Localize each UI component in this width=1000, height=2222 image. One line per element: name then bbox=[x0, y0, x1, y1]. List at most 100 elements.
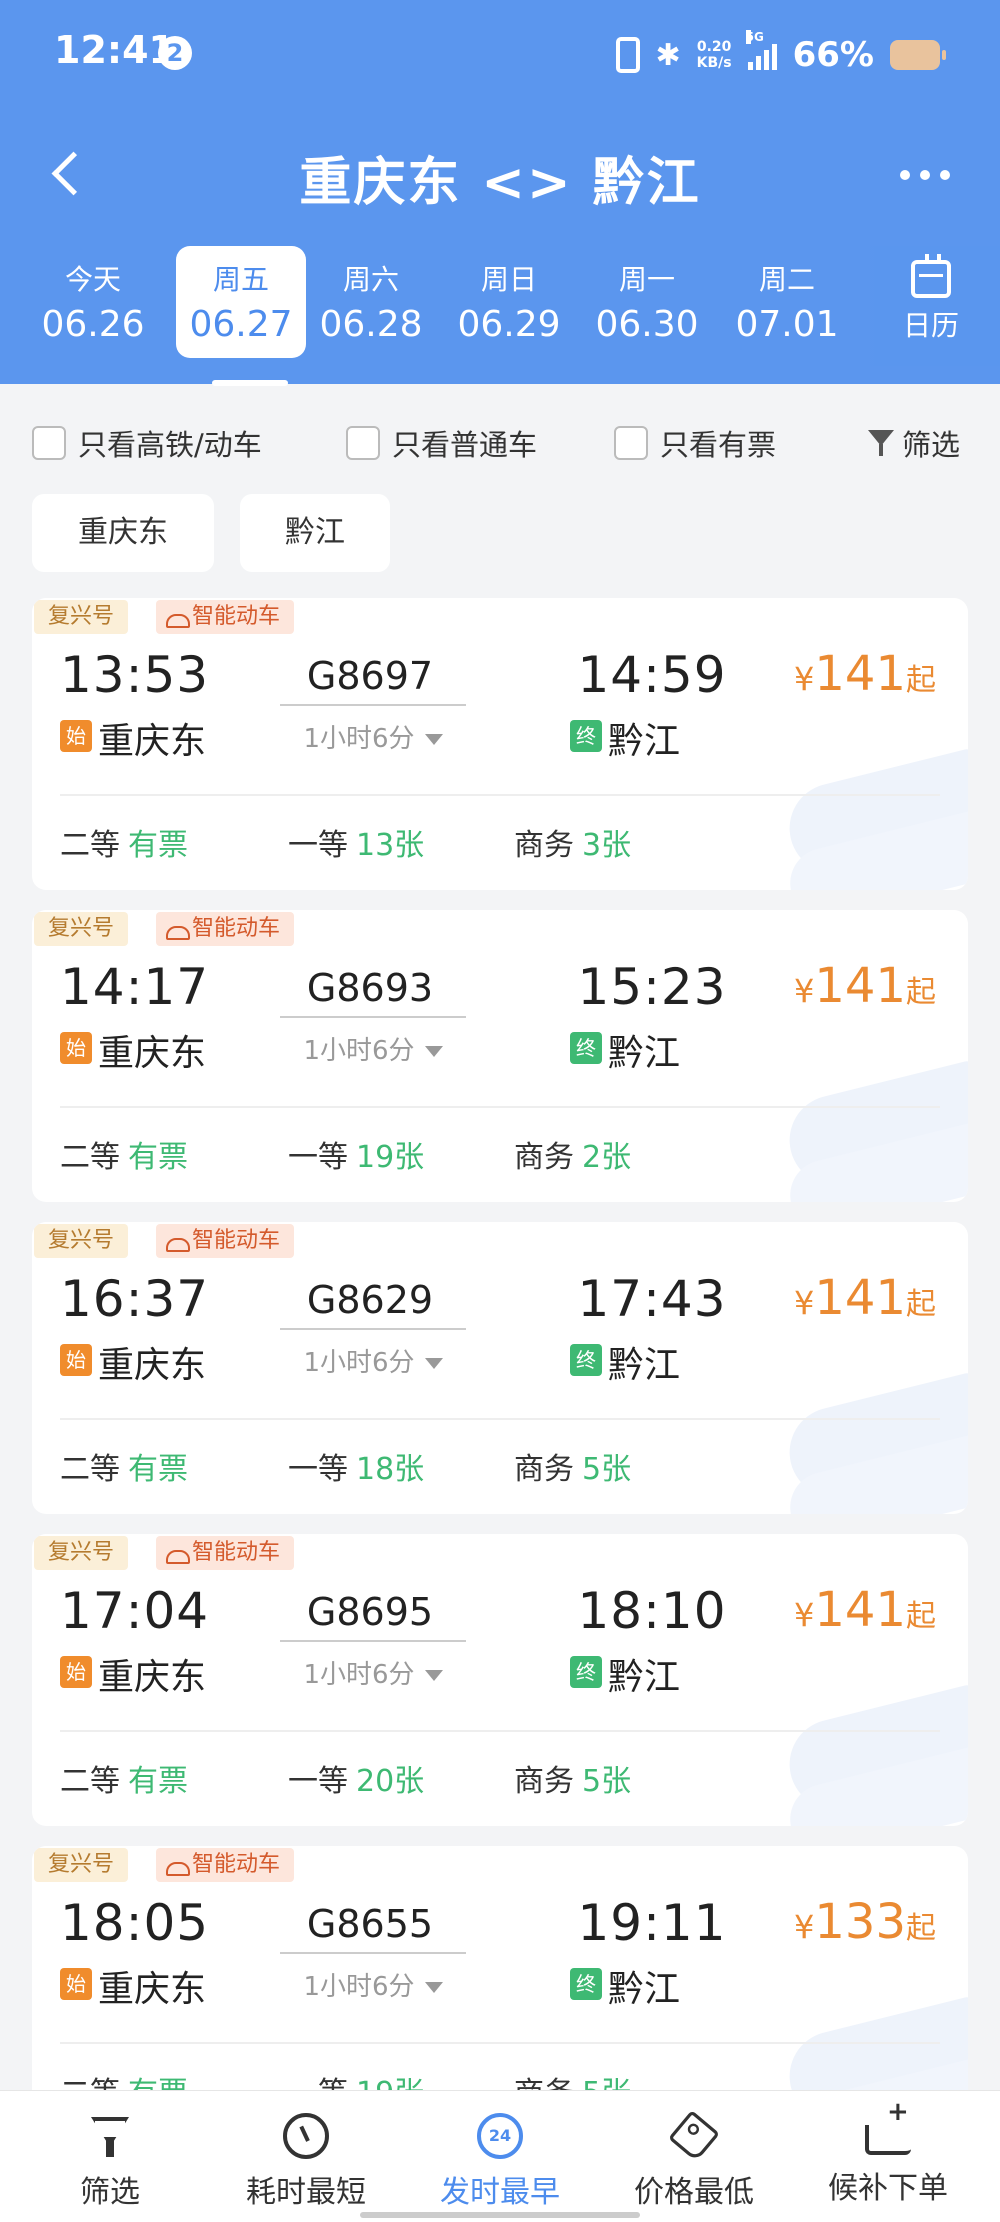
station-chip-departure[interactable]: 重庆东 bbox=[32, 494, 214, 572]
departure-station: 重庆东 bbox=[98, 721, 207, 762]
vibrate-icon bbox=[615, 37, 640, 73]
waitlist-order-button[interactable]: 候补下单 bbox=[790, 2091, 986, 2222]
smart-emu-tag: 智能动车 bbox=[156, 1536, 295, 1570]
smart-emu-tag: 智能动车 bbox=[156, 1848, 295, 1882]
date-tab[interactable]: 周一 06.30 bbox=[582, 246, 712, 358]
date-tab-weekday: 周日 bbox=[480, 263, 537, 296]
home-indicator[interactable] bbox=[360, 2212, 640, 2218]
seat-availability: 5张 bbox=[582, 1764, 632, 1799]
duration-toggle[interactable]: 1小时6分 bbox=[280, 1654, 466, 1691]
filter-icon bbox=[87, 2113, 133, 2159]
battery-icon bbox=[890, 40, 946, 70]
seat-class: 一等 bbox=[288, 1764, 348, 1799]
filter-button[interactable]: 筛选 bbox=[867, 422, 960, 464]
seat-availability: 2张 bbox=[582, 1140, 632, 1175]
route-line bbox=[280, 1952, 466, 1954]
departure-station: 重庆东 bbox=[98, 1345, 207, 1386]
train-card[interactable]: 复兴号 智能动车 14:17 G8693 1小时6分 15:23 始 重庆东 终… bbox=[32, 910, 968, 1202]
price-currency: ¥ bbox=[794, 972, 815, 1010]
status-bar: 12:41 2 ✱ 0.20 KB/s 5G 66% bbox=[0, 0, 1000, 108]
normal-train-only-checkbox[interactable]: 只看普通车 bbox=[346, 422, 537, 464]
cart-icon bbox=[865, 2097, 911, 2155]
duration-toggle[interactable]: 1小时6分 bbox=[280, 718, 466, 755]
seat-first-class: 一等 13张 bbox=[288, 820, 424, 864]
date-tab-weekday: 周一 bbox=[618, 263, 675, 296]
checkbox-label: 只看普通车 bbox=[392, 428, 538, 462]
high-speed-only-checkbox[interactable]: 只看高铁/动车 bbox=[32, 422, 262, 464]
fuxing-tag: 复兴号 bbox=[34, 1224, 129, 1258]
end-station-badge: 终 bbox=[570, 1656, 602, 1688]
seat-class: 一等 bbox=[288, 1452, 348, 1487]
departure-time: 18:05 bbox=[60, 1894, 210, 1952]
divider bbox=[60, 1106, 940, 1108]
date-tab-selected[interactable]: 周五 06.27 bbox=[176, 246, 306, 358]
price: ¥141起 bbox=[794, 1582, 936, 1638]
checkbox-box bbox=[614, 426, 648, 460]
sort-earliest-departure-button[interactable]: 24 发时最早 bbox=[402, 2091, 598, 2222]
seat-availability: 19张 bbox=[356, 1140, 425, 1175]
route-line bbox=[280, 1016, 466, 1018]
seat-class: 商务 bbox=[514, 828, 574, 863]
seat-second-class: 二等有票 bbox=[60, 1444, 188, 1488]
calendar-label: 日历 bbox=[902, 309, 959, 342]
network-type: 5G bbox=[745, 30, 764, 44]
24h-icon: 24 bbox=[477, 2113, 523, 2159]
seat-business-class: 商务5张 bbox=[514, 1444, 631, 1488]
bottom-filter-button[interactable]: 筛选 bbox=[12, 2091, 208, 2222]
price-value: 141 bbox=[814, 1582, 906, 1638]
date-tab[interactable]: 周二 07.01 bbox=[722, 246, 852, 358]
seat-class: 商务 bbox=[514, 1764, 574, 1799]
date-tab-date: 06.30 bbox=[595, 304, 699, 345]
available-only-checkbox[interactable]: 只看有票 bbox=[614, 422, 776, 464]
price-suffix: 起 bbox=[906, 975, 936, 1010]
train-number: G8695 bbox=[306, 1590, 434, 1634]
duration-toggle[interactable]: 1小时6分 bbox=[280, 1966, 466, 2003]
divider bbox=[60, 1418, 940, 1420]
start-station-badge: 始 bbox=[60, 1344, 92, 1376]
date-selector: 今天 06.26 周五 06.27 周六 06.28 周日 06.29 周一 0… bbox=[0, 246, 1000, 386]
status-icons: ✱ 0.20 KB/s 5G 66% bbox=[615, 30, 946, 80]
calendar-icon bbox=[911, 254, 951, 298]
battery-percent: 66% bbox=[792, 35, 874, 75]
bluetooth-icon: ✱ bbox=[655, 37, 681, 73]
seat-availability: 3张 bbox=[582, 828, 632, 863]
fuxing-tag: 复兴号 bbox=[34, 1536, 129, 1570]
train-card[interactable]: 复兴号 智能动车 17:04 G8695 1小时6分 18:10 始 重庆东 终… bbox=[32, 1534, 968, 1826]
arrival-time: 19:11 bbox=[577, 1894, 727, 1952]
more-options-button[interactable] bbox=[890, 150, 960, 200]
date-tab[interactable]: 周六 06.28 bbox=[306, 246, 436, 358]
train-card[interactable]: 复兴号 智能动车 16:37 G8629 1小时6分 17:43 始 重庆东 终… bbox=[32, 1222, 968, 1514]
duration-toggle[interactable]: 1小时6分 bbox=[280, 1030, 466, 1067]
train-card[interactable]: 复兴号 智能动车 13:53 G8697 1小时6分 14:59 始 重庆东 终… bbox=[32, 598, 968, 890]
date-tab[interactable]: 今天 06.26 bbox=[28, 246, 158, 358]
station-chip-arrival[interactable]: 黔江 bbox=[240, 494, 390, 572]
price: ¥141起 bbox=[794, 1270, 936, 1326]
filter-row: 只看高铁/动车 只看普通车 只看有票 筛选 bbox=[0, 410, 1000, 470]
sort-shortest-duration-button[interactable]: 耗时最短 bbox=[208, 2091, 404, 2222]
seat-availability: 有票 bbox=[128, 1140, 188, 1175]
route-line bbox=[280, 1328, 466, 1330]
seat-class: 一等 bbox=[288, 1140, 348, 1175]
calendar-button[interactable]: 日历 bbox=[862, 246, 1000, 366]
fuxing-tag: 复兴号 bbox=[34, 912, 129, 946]
bottom-item-label: 耗时最短 bbox=[246, 2175, 366, 2210]
divider bbox=[60, 794, 940, 796]
date-tab-date: 06.28 bbox=[319, 304, 423, 345]
seat-availability: 20张 bbox=[356, 1764, 425, 1799]
header: 12:41 2 ✱ 0.20 KB/s 5G 66% 重庆东 <> 黔江 今天 … bbox=[0, 0, 1000, 386]
date-tab[interactable]: 周日 06.29 bbox=[444, 246, 574, 358]
sort-lowest-price-button[interactable]: 价格最低 bbox=[596, 2091, 792, 2222]
checkbox-label: 只看有票 bbox=[660, 428, 777, 462]
train-number: G8655 bbox=[306, 1902, 434, 1946]
route-line bbox=[280, 704, 466, 706]
end-station-badge: 终 bbox=[570, 1032, 602, 1064]
seat-class: 二等 bbox=[60, 1764, 120, 1799]
departure-time: 16:37 bbox=[60, 1270, 210, 1328]
signal-icon: 5G bbox=[745, 30, 777, 70]
date-tab-weekday: 周五 bbox=[212, 263, 269, 296]
fuxing-tag: 复兴号 bbox=[34, 600, 129, 634]
train-number: G8693 bbox=[306, 966, 434, 1010]
price-value: 141 bbox=[814, 958, 906, 1014]
duration-toggle[interactable]: 1小时6分 bbox=[280, 1342, 466, 1379]
date-tab-weekday: 周六 bbox=[342, 263, 399, 296]
